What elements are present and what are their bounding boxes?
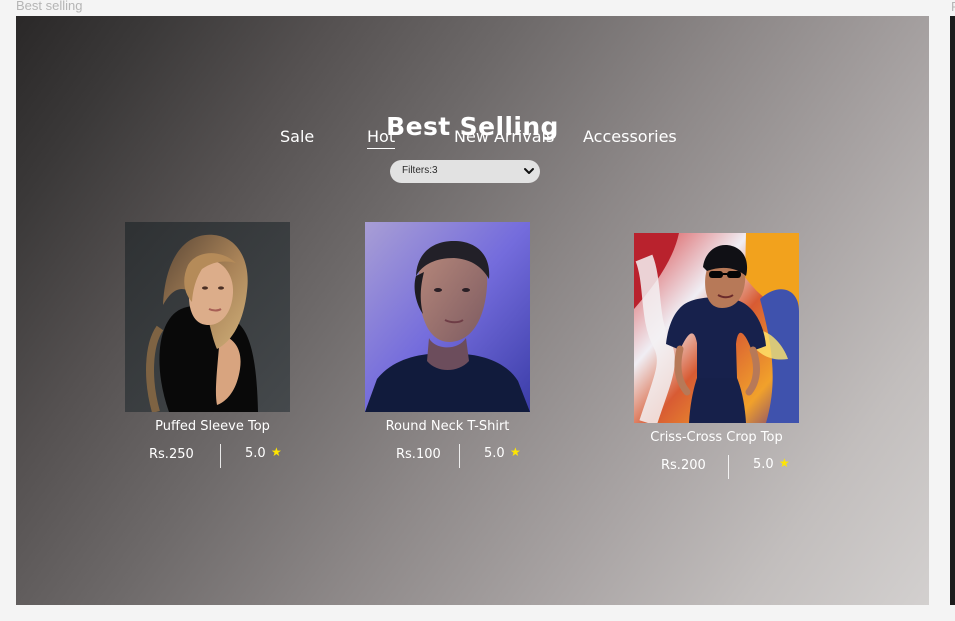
frame-label: Best selling	[16, 0, 83, 13]
tab-new-arrivals[interactable]: New Arrivals	[454, 127, 554, 146]
product-rating: 5.0	[245, 446, 266, 461]
product-rating: 5.0	[484, 446, 505, 461]
price-rating-divider	[459, 444, 460, 468]
woman-portrait-image	[125, 222, 290, 412]
tab-hot[interactable]: Hot	[367, 127, 396, 149]
woman-fashion-image	[634, 233, 799, 423]
product-price: Rs.250	[149, 447, 194, 462]
product-rating: 5.0	[753, 457, 774, 472]
product-price: Rs.200	[661, 458, 706, 473]
next-frame-edge	[950, 16, 955, 605]
star-icon: ★	[779, 456, 790, 470]
best-selling-section: Best Selling Sale Hot New Arrivals Acces…	[16, 16, 929, 605]
chevron-down-icon	[524, 168, 534, 174]
product-image-round-neck-t-shirt[interactable]	[365, 222, 530, 412]
filter-dropdown[interactable]: Filters:3	[390, 160, 540, 183]
product-price: Rs.100	[396, 447, 441, 462]
product-image-puffed-sleeve-top[interactable]	[125, 222, 290, 412]
product-name[interactable]: Criss-Cross Crop Top	[634, 430, 799, 445]
next-frame-label: F	[951, 0, 955, 14]
star-icon: ★	[271, 445, 282, 459]
price-rating-divider	[220, 444, 221, 468]
filter-label: Filters:3	[402, 165, 438, 176]
product-name[interactable]: Puffed Sleeve Top	[125, 419, 300, 434]
price-rating-divider	[728, 455, 729, 479]
product-image-criss-cross-crop-top[interactable]	[634, 233, 799, 423]
tab-accessories[interactable]: Accessories	[583, 127, 677, 146]
man-portrait-image	[365, 222, 530, 412]
star-icon: ★	[510, 445, 521, 459]
product-name[interactable]: Round Neck T-Shirt	[365, 419, 530, 434]
tab-sale[interactable]: Sale	[280, 127, 314, 146]
